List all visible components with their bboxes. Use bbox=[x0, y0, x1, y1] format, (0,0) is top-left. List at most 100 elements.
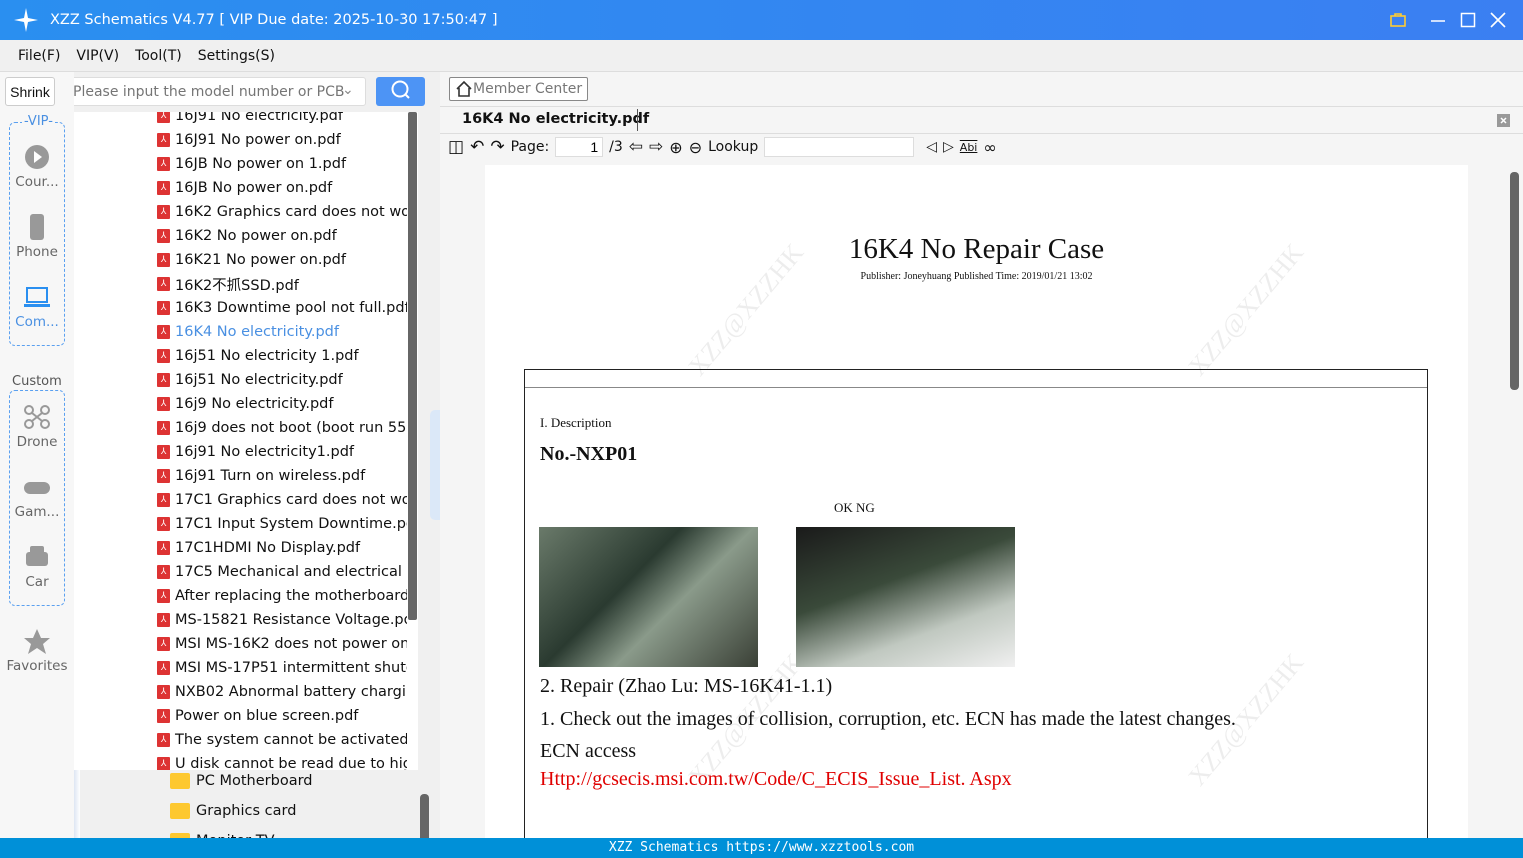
file-item[interactable]: ⅄ U disk cannot be read due to high bbox=[157, 752, 407, 770]
match-case-icon[interactable]: Abi bbox=[960, 141, 978, 154]
file-item[interactable]: ⅄ 17C1 Input System Downtime.pdf bbox=[157, 512, 407, 536]
pdf-icon: ⅄ bbox=[157, 661, 170, 675]
rail-game[interactable]: Gam... bbox=[8, 474, 66, 520]
pdf-icon: ⅄ bbox=[157, 733, 170, 747]
vip-bag-icon[interactable] bbox=[1389, 12, 1407, 28]
file-item[interactable]: ⅄ 16j91 No electricity1.pdf bbox=[157, 440, 407, 464]
file-item[interactable]: ⅄ 16j51 No electricity.pdf bbox=[157, 368, 407, 392]
model-search-input[interactable] bbox=[64, 77, 366, 106]
rail-computer[interactable]: Com... bbox=[8, 284, 66, 330]
file-item[interactable]: ⅄ After replacing the motherboard, t bbox=[157, 584, 407, 608]
file-item[interactable]: ⅄ 17C1HDMI No Display.pdf bbox=[157, 536, 407, 560]
folder-pc-motherboard[interactable]: PC Motherboard bbox=[170, 773, 313, 789]
file-item[interactable]: ⅄ 16J91 No electricity.pdf bbox=[157, 112, 407, 128]
search-button[interactable] bbox=[376, 77, 425, 106]
page-total: /3 bbox=[609, 139, 623, 155]
file-item[interactable]: ⅄ The system cannot be activated.pd bbox=[157, 728, 407, 752]
title-bar: XZZ Schematics V4.77 [ VIP Due date: 202… bbox=[0, 0, 1523, 40]
find-next-icon[interactable]: ▷ bbox=[943, 139, 954, 155]
file-item[interactable]: ⅄ 16K2 No power on.pdf bbox=[157, 224, 407, 248]
file-item[interactable]: ⅄ MSI MS-16K2 does not power on a bbox=[157, 632, 407, 656]
splitter-handle[interactable] bbox=[430, 410, 440, 520]
file-item[interactable]: ⅄ 16j9 does not boot (boot run 55, K bbox=[157, 416, 407, 440]
window-title: XZZ Schematics V4.77 [ VIP Due date: 202… bbox=[50, 12, 498, 28]
file-item[interactable]: ⅄ 16K21 No power on.pdf bbox=[157, 248, 407, 272]
folder-graphics-card[interactable]: Graphics card bbox=[170, 803, 296, 819]
rail-label: Car bbox=[25, 574, 49, 590]
category-rail: -VIP- Cour... Phone Com... Custom Drone … bbox=[0, 72, 74, 838]
app-logo-icon bbox=[14, 8, 38, 32]
file-label: 16J91 No power on.pdf bbox=[175, 132, 341, 148]
pdf-icon: ⅄ bbox=[157, 469, 170, 483]
rail-phone[interactable]: Phone bbox=[8, 214, 66, 260]
file-list: ⅄ 16J91 No electricity.pdf ⅄ 16J91 No power… bbox=[74, 112, 418, 770]
file-item[interactable]: ⅄ 16K3 Downtime pool not full.pdf bbox=[157, 296, 407, 320]
next-page-icon[interactable]: ⇨ bbox=[649, 137, 663, 157]
tab-divider bbox=[637, 109, 638, 131]
laptop-icon bbox=[24, 287, 50, 307]
rail-drone[interactable]: Drone bbox=[8, 404, 66, 450]
file-item[interactable]: ⅄ 17C5 Mechanical and electrical do bbox=[157, 560, 407, 584]
maximize-icon[interactable] bbox=[1460, 12, 1476, 28]
shrink-button[interactable]: Shrink bbox=[5, 77, 55, 106]
phone-icon bbox=[30, 214, 44, 240]
file-item[interactable]: ⅄ 16j9 No electricity.pdf bbox=[157, 392, 407, 416]
file-label: NXB02 Abnormal battery charging bbox=[175, 684, 407, 700]
rotate-right-icon[interactable]: ↷ bbox=[490, 137, 504, 157]
menu-file[interactable]: File(F) bbox=[18, 48, 60, 64]
prev-page-icon[interactable]: ⇦ bbox=[629, 137, 643, 157]
tab-document[interactable]: 16K4 No electricity.pdf bbox=[462, 111, 649, 127]
file-item[interactable]: ⅄ 16JB No power on.pdf bbox=[157, 176, 407, 200]
file-item[interactable]: ⅄ Power on blue screen.pdf bbox=[157, 704, 407, 728]
close-icon[interactable] bbox=[1490, 12, 1506, 28]
close-tab-icon[interactable] bbox=[1494, 111, 1512, 129]
page-input[interactable] bbox=[555, 137, 604, 157]
page-label: Page: bbox=[510, 139, 550, 155]
pdf-icon: ⅄ bbox=[157, 301, 170, 315]
file-item[interactable]: ⅄ 16J91 No power on.pdf bbox=[157, 128, 407, 152]
member-center-button[interactable]: Member Center bbox=[449, 77, 589, 101]
folder-scrollbar[interactable] bbox=[420, 794, 429, 844]
file-item[interactable]: ⅄ 16K2不抓SSD.pdf bbox=[157, 272, 407, 296]
menu-tool[interactable]: Tool(T) bbox=[135, 48, 182, 64]
file-item[interactable]: ⅄ 17C1 Graphics card does not work. bbox=[157, 488, 407, 512]
file-item[interactable]: ⅄ MS-15821 Resistance Voltage.pdf bbox=[157, 608, 407, 632]
file-item[interactable]: ⅄ 16K4 No electricity.pdf bbox=[157, 320, 407, 344]
menu-settings[interactable]: Settings(S) bbox=[198, 48, 275, 64]
binoculars-icon[interactable]: ∞ bbox=[983, 138, 996, 157]
file-item[interactable]: ⅄ 16JB No power on 1.pdf bbox=[157, 152, 407, 176]
two-page-icon[interactable]: ◫ bbox=[448, 137, 464, 157]
file-item[interactable]: ⅄ NXB02 Abnormal battery charging bbox=[157, 680, 407, 704]
file-item[interactable]: ⅄ 16j91 Turn on wireless.pdf bbox=[157, 464, 407, 488]
zoom-in-icon[interactable]: ⊕ bbox=[669, 138, 682, 157]
pdf-page: XZZ@XZZHK XZZ@XZZHK XZZ@XZZHK XZZ@XZZHK … bbox=[485, 165, 1468, 838]
zoom-out-icon[interactable]: ⊖ bbox=[689, 138, 702, 157]
file-item[interactable]: ⅄ 16K2 Graphics card does not work. bbox=[157, 200, 407, 224]
viewer-toolbar: ◫ ↶ ↷ Page: /3 ⇦ ⇨ ⊕ ⊖ Lookup ◁ ▷ Abi ∞ bbox=[448, 135, 997, 159]
file-label: 16K21 No power on.pdf bbox=[175, 252, 346, 268]
menu-vip[interactable]: VIP(V) bbox=[76, 48, 119, 64]
file-label: Power on blue screen.pdf bbox=[175, 708, 359, 724]
doc-ecn-link[interactable]: Http://gcsecis.msi.com.tw/Code/C_ECIS_Is… bbox=[540, 768, 1012, 791]
rail-label: Favorites bbox=[6, 658, 68, 674]
lookup-label: Lookup bbox=[708, 139, 759, 155]
chevron-down-icon[interactable]: ⌄ bbox=[342, 82, 354, 98]
file-item[interactable]: ⅄ 16j51 No electricity 1.pdf bbox=[157, 344, 407, 368]
tab-bar: 16K4 No electricity.pdf bbox=[440, 106, 1523, 134]
file-label: 16JB No power on 1.pdf bbox=[175, 156, 347, 172]
star-icon bbox=[24, 629, 50, 654]
rail-courses[interactable]: Cour... bbox=[8, 144, 66, 190]
lookup-input[interactable] bbox=[764, 137, 915, 157]
file-item[interactable]: ⅄ MSI MS-17P51 intermittent shutdc bbox=[157, 656, 407, 680]
rail-car[interactable]: Car bbox=[8, 544, 66, 590]
photo-ng bbox=[796, 527, 1015, 667]
find-prev-icon[interactable]: ◁ bbox=[926, 139, 937, 155]
rail-favorites[interactable]: Favorites bbox=[4, 628, 70, 674]
minimize-icon[interactable] bbox=[1430, 12, 1446, 28]
folder-icon bbox=[170, 773, 190, 789]
file-list-scrollbar[interactable] bbox=[408, 112, 417, 620]
rotate-left-icon[interactable]: ↶ bbox=[470, 137, 484, 157]
file-label: 17C1 Input System Downtime.pdf bbox=[175, 516, 407, 532]
viewer-scrollbar[interactable] bbox=[1510, 172, 1519, 390]
pdf-icon: ⅄ bbox=[157, 205, 170, 219]
